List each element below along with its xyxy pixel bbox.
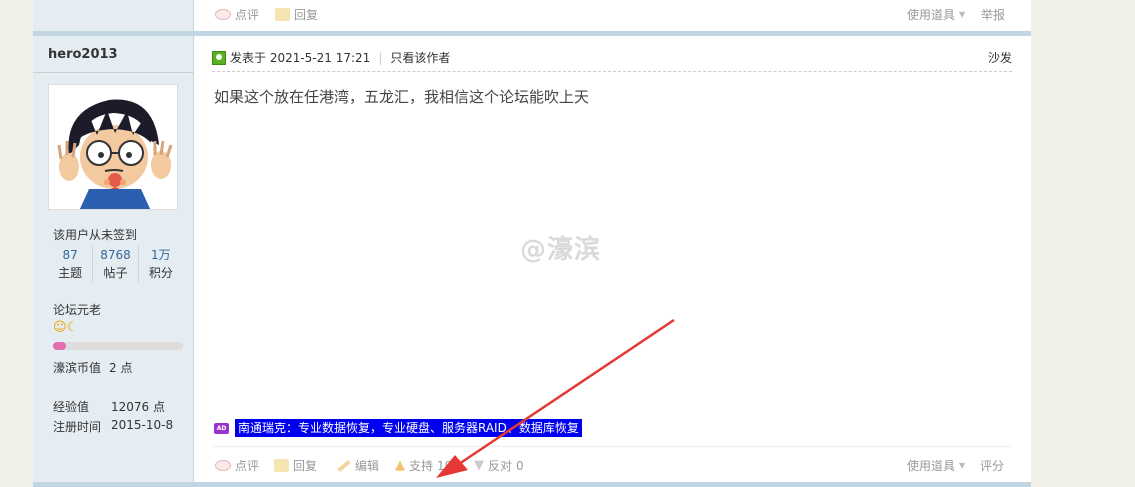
prev-tools-menu[interactable]: 使用道具 ▼ — [907, 6, 965, 23]
avatar-cartoon-image — [49, 85, 177, 209]
tools-menu[interactable]: 使用道具 ▼ — [907, 457, 965, 474]
divider — [33, 72, 194, 73]
ad-badge-icon: AD — [214, 422, 229, 434]
author-name-link[interactable]: hero2013 — [48, 47, 118, 62]
rate-link[interactable]: 评分 — [980, 457, 1004, 474]
floor-label[interactable]: 沙发 — [988, 49, 1012, 66]
prev-reply-button[interactable]: 回复 — [275, 6, 318, 23]
ad-row: AD 南通瑞克：专业数据恢复，专业硬盘、服务器RAID、数据库恢复 — [214, 419, 582, 437]
rank-progress-fill — [53, 342, 66, 350]
ad-link[interactable]: 南通瑞克：专业数据恢复，专业硬盘、服务器RAID、数据库恢复 — [235, 419, 582, 437]
online-status-icon — [212, 50, 226, 65]
chevron-down-icon: ▼ — [959, 461, 966, 470]
watermark: @濠滨 — [520, 235, 602, 265]
thumb-up-arrow-icon: ▲ — [395, 458, 405, 473]
stat-points[interactable]: 1万 积分 — [139, 246, 183, 282]
oppose-button[interactable]: ▼ 反对 0 — [474, 457, 524, 474]
comment-button[interactable]: 点评 — [215, 457, 259, 474]
author-sidebar: hero2013 该用户从未签到 87 主题 8768 帖子 1万 积分 论坛元… — [33, 36, 194, 487]
reply-button[interactable]: 回复 — [274, 457, 317, 474]
post-content-area: 发表于 2021-5-21 17:21 | 只看该作者 沙发 如果这个放在任港湾… — [195, 36, 1031, 482]
forum-thread: 点评 回复 使用道具 ▼ 举报 hero2013 该用户从未签到 87 主题 8… — [33, 0, 1031, 487]
prev-post-footer: 点评 回复 使用道具 ▼ 举报 — [195, 0, 1031, 30]
avatar[interactable] — [48, 84, 178, 210]
coins-row: 濠滨币值 2 点 — [53, 361, 133, 375]
edit-button[interactable]: 编辑 — [337, 457, 379, 474]
prev-report-link[interactable]: 举报 — [981, 6, 1005, 23]
rank-title[interactable]: 论坛元老 — [53, 301, 101, 318]
stat-posts[interactable]: 8768 帖子 — [93, 246, 139, 282]
only-author-link[interactable]: 只看该作者 — [390, 49, 450, 66]
author-stats: 87 主题 8768 帖子 1万 积分 — [48, 246, 183, 282]
reply-icon — [275, 8, 290, 21]
pipe-divider: | — [378, 50, 383, 65]
comment-icon — [215, 9, 231, 20]
oppose-count: 0 — [516, 458, 524, 473]
rank-progress-bar — [53, 342, 183, 350]
thumb-down-arrow-icon: ▼ — [474, 458, 484, 473]
prev-comment-button[interactable]: 点评 — [215, 6, 259, 23]
support-count: 19 — [437, 458, 453, 473]
post-message: 如果这个放在任港湾，五龙汇，我相信这个论坛能吹上天 — [214, 88, 590, 106]
exp-row: 经验值 12076 点 — [53, 400, 165, 414]
support-button[interactable]: ▲ 支持 19 — [395, 457, 452, 474]
rank-star-icons: ☺☾ — [53, 320, 79, 335]
post-time: 发表于 2021-5-21 17:21 — [230, 51, 371, 65]
stat-topics[interactable]: 87 主题 — [48, 246, 94, 282]
sign-status: 该用户从未签到 — [53, 228, 138, 242]
reply-icon — [274, 459, 289, 472]
chevron-down-icon: ▼ — [959, 10, 966, 19]
post-separator-bottom — [33, 482, 1031, 487]
comment-icon — [215, 460, 231, 471]
reg-row: 注册时间 2015-10-8 — [53, 418, 174, 434]
post-header: 发表于 2021-5-21 17:21 | 只看该作者 沙发 — [212, 44, 1012, 72]
pencil-icon — [337, 459, 351, 472]
post-footer: 点评 回复 编辑 ▲ 支持 19 ▼ 反对 0 使用道具 ▼ 评分 — [212, 446, 1012, 476]
